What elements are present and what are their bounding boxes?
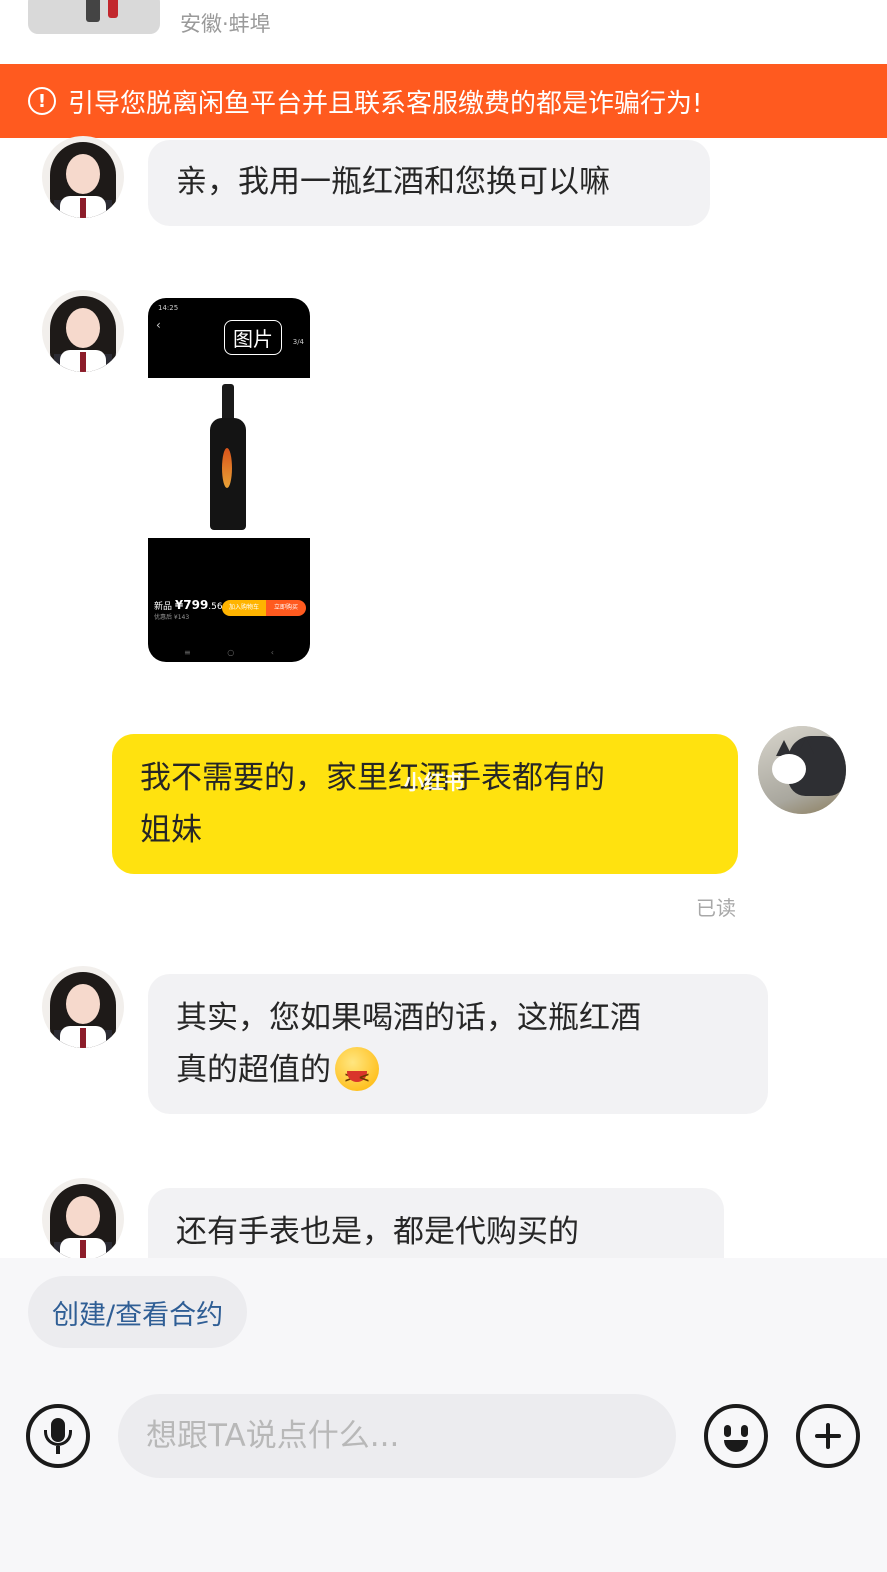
more-actions-button[interactable]	[796, 1404, 860, 1468]
item-thumbnail[interactable]	[28, 0, 160, 34]
chat-header: 安徽·蚌埠	[0, 0, 887, 62]
emoji-button[interactable]	[704, 1404, 768, 1468]
other-user-avatar[interactable]	[42, 966, 124, 1048]
thumbnail-figure-shoe	[108, 0, 118, 18]
message-text-line: 姐妹	[140, 812, 202, 848]
other-user-avatar[interactable]	[42, 1178, 124, 1260]
microphone-icon	[30, 1408, 86, 1464]
message-text-line: 其实，您如果喝酒的话，这瓶红酒	[176, 1000, 641, 1036]
fraud-warning-banner: ! 引导您脱离闲鱼平台并且联系客服缴费的都是诈骗行为!	[0, 64, 887, 138]
alert-circle-icon: !	[28, 87, 56, 115]
message-text: 亲，我用一瓶红酒和您换可以嘛	[176, 164, 610, 200]
other-user-avatar[interactable]	[42, 136, 124, 218]
screenshot-status-time: 14:25	[158, 304, 179, 312]
message-input[interactable]	[118, 1394, 676, 1478]
screenshot-price-sub: 优惠后 ¥143	[154, 614, 190, 621]
fraud-warning-text: 引导您脱离闲鱼平台并且联系客服缴费的都是诈骗行为!	[68, 88, 703, 119]
screenshot-buy-button: 立即购买	[266, 600, 306, 616]
thumbnail-figure-leg	[86, 0, 100, 22]
read-status: 已读	[696, 896, 736, 920]
wine-bottle-label-flame	[222, 448, 232, 488]
other-user-avatar[interactable]	[42, 290, 124, 372]
seller-location: 安徽·蚌埠	[180, 12, 271, 36]
message-bubble-me[interactable]: 我不需要的，家里红酒手表都有的 姐妹	[112, 734, 738, 874]
smiley-icon	[708, 1408, 764, 1464]
xiaohongshu-watermark: 小红书	[404, 770, 464, 794]
my-avatar[interactable]	[758, 726, 846, 814]
screenshot-page-indicator: 3/4	[292, 338, 304, 346]
plus-icon	[800, 1408, 856, 1464]
message-text: 还有手表也是，都是代购买的	[176, 1214, 579, 1250]
create-view-contract-button[interactable]: 创建/查看合约	[28, 1276, 248, 1348]
image-message[interactable]: 14:25 ‹ 3/4 图片 新品 ¥799.56 优惠后 ¥143 加入购物车…	[148, 298, 310, 662]
message-text-line: 真的超值的	[176, 1044, 740, 1104]
back-arrow-icon: ‹	[156, 318, 161, 332]
message-bubble-other[interactable]: 其实，您如果喝酒的话，这瓶红酒 真的超值的	[148, 974, 768, 1114]
voice-input-button[interactable]	[26, 1404, 90, 1468]
screenshot-nav-bar: ≡ ○ ‹	[184, 648, 274, 657]
message-bubble-other[interactable]: 亲，我用一瓶红酒和您换可以嘛	[148, 140, 710, 226]
squinting-laugh-emoji-icon	[335, 1046, 379, 1104]
screenshot-price: 新品 ¥799.56	[154, 598, 223, 612]
image-label: 图片	[224, 320, 282, 355]
screenshot-cart-button: 加入购物车	[222, 600, 266, 616]
